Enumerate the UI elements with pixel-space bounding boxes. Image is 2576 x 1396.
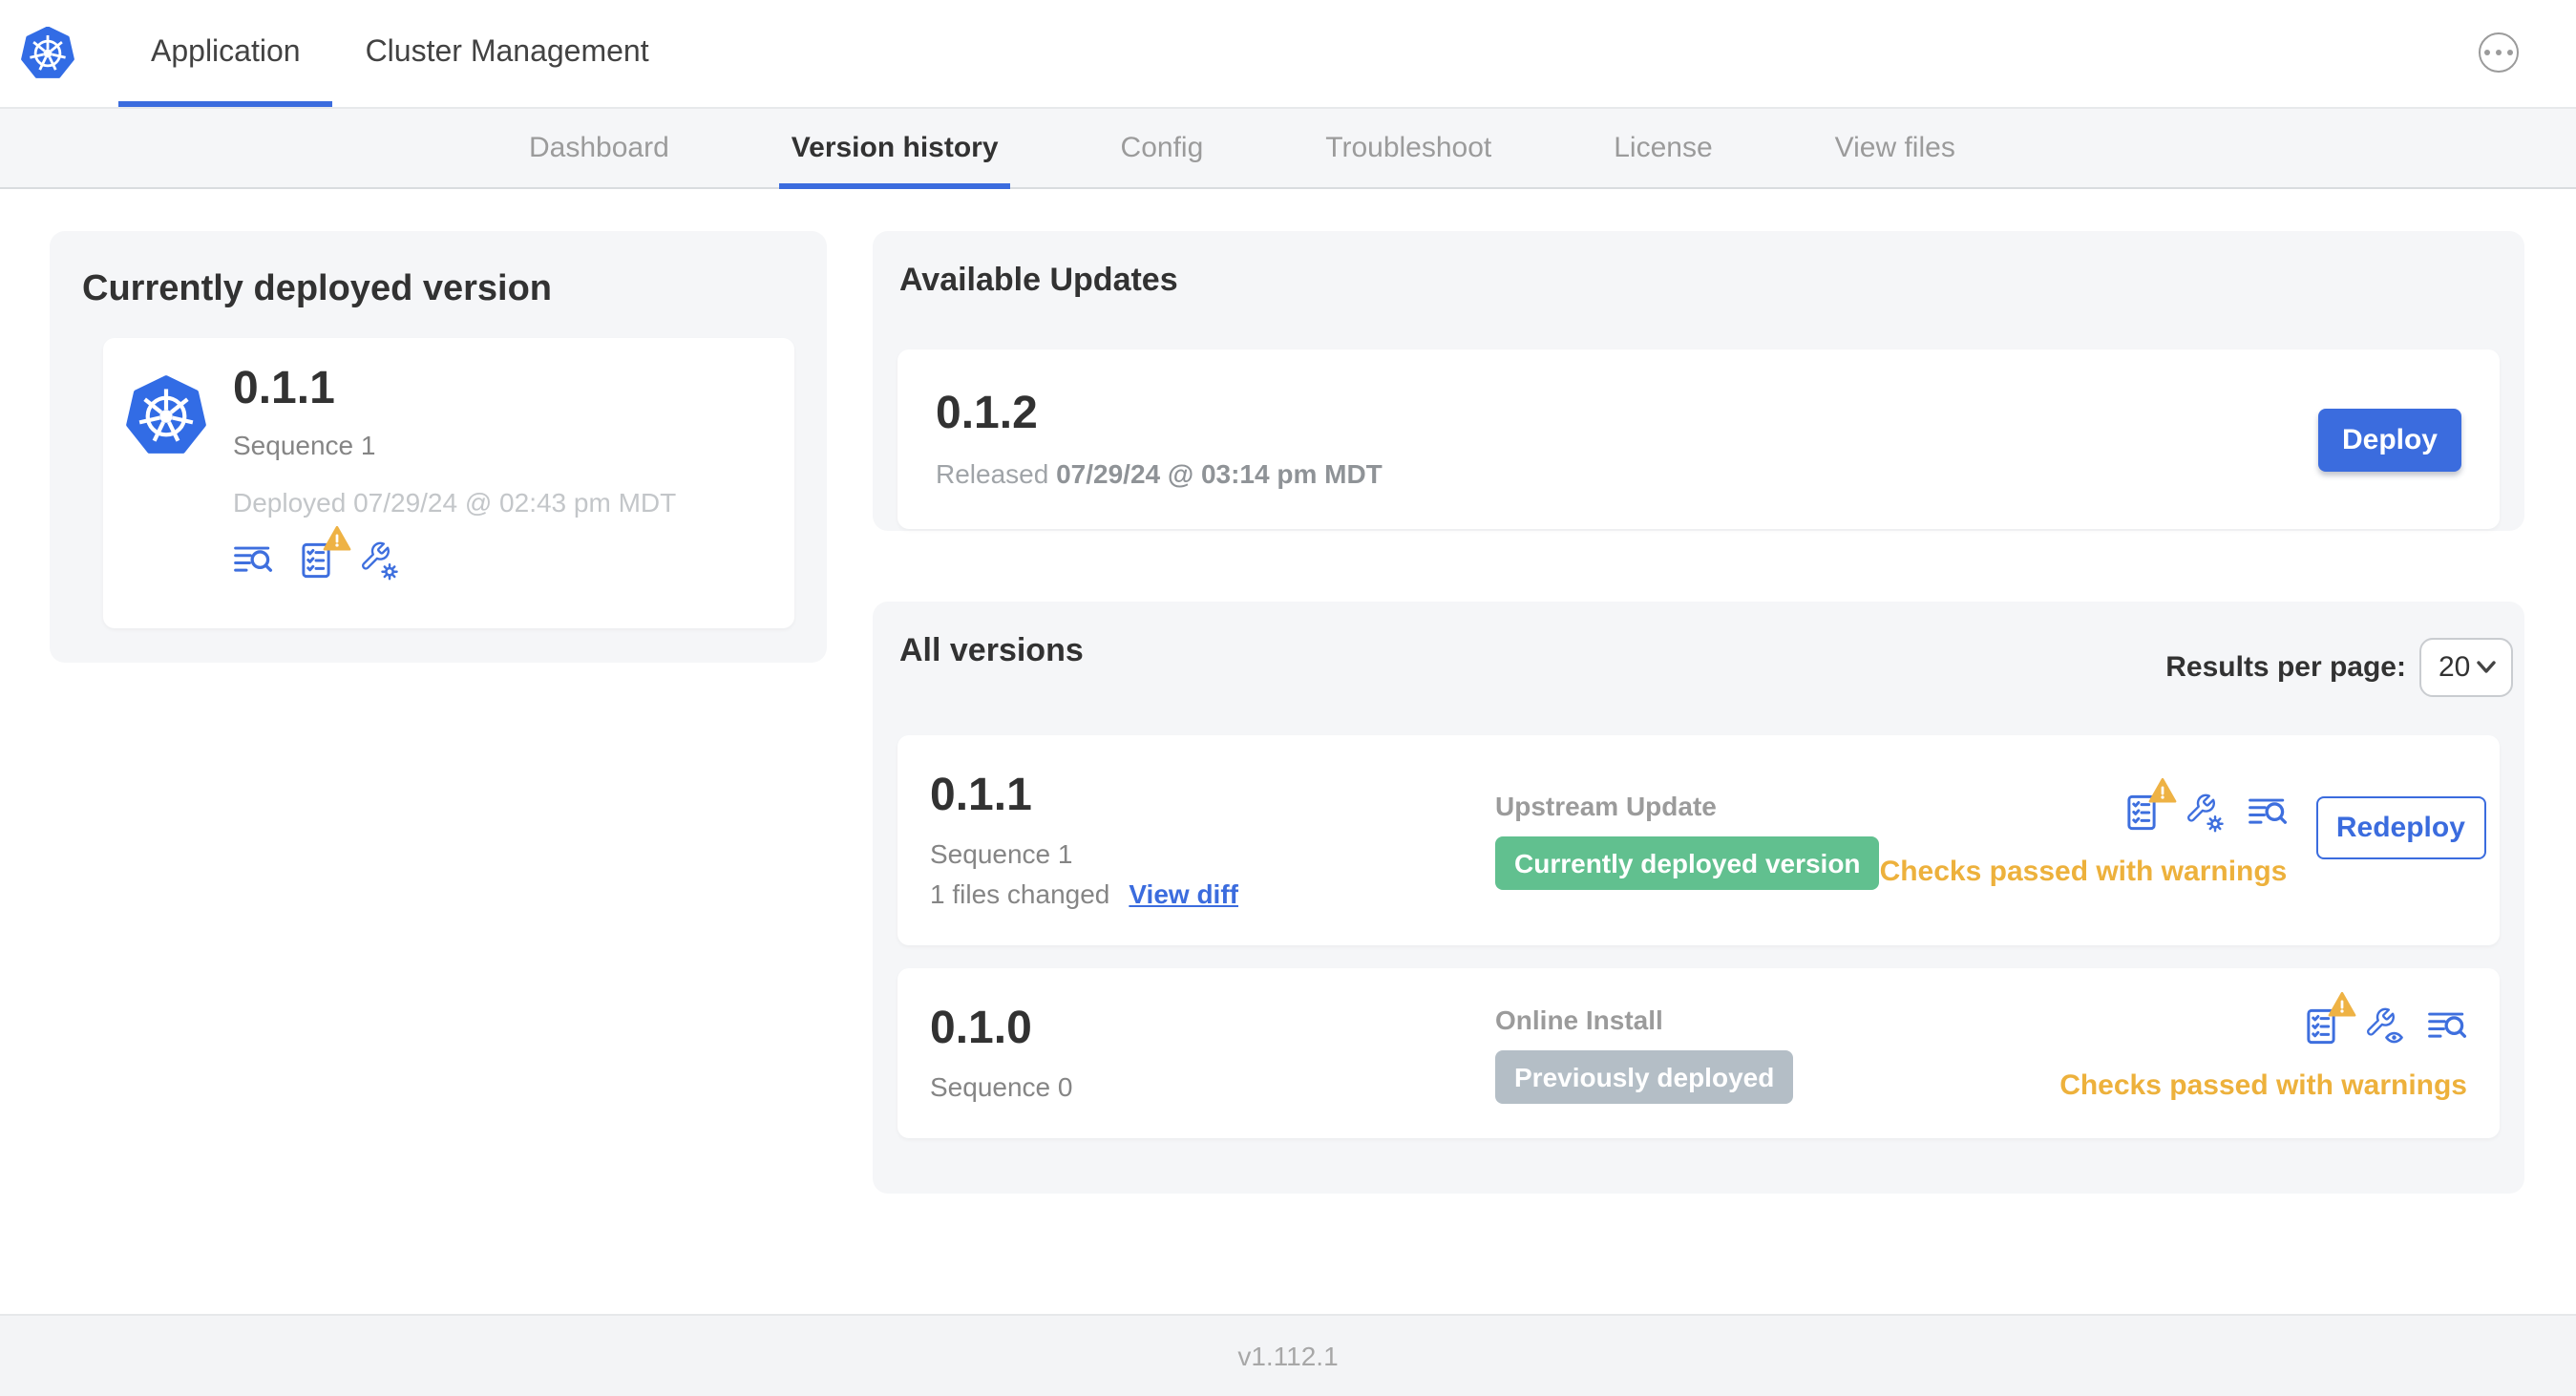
available-update-card: 0.1.2 Released 07/29/24 @ 03:14 pm MDT D… [897,349,2500,529]
kubernetes-app-icon [126,372,206,460]
warning-triangle-icon [2328,990,2356,1017]
preflight-status-text[interactable]: Checks passed with warnings [2059,1068,2467,1101]
results-per-page-select[interactable]: 20 [2419,638,2513,697]
deployed-version-card: 0.1.1 Sequence 1 Deployed 07/29/24 @ 02:… [103,338,794,628]
preflight-status-text[interactable]: Checks passed with warnings [1880,856,2288,888]
files-changed-label: 1 files changed [930,878,1110,909]
available-updates-panel: Available Updates 0.1.2 Released 07/29/2… [873,231,2524,531]
more-menu-button[interactable] [2479,32,2519,73]
tab-cluster-management[interactable]: Cluster Management [333,0,682,107]
config-icon[interactable] [359,541,399,582]
deployed-panel-title: Currently deployed version [82,269,553,309]
subnav-tab-license[interactable]: License [1602,109,1723,187]
config-icon[interactable] [2184,793,2224,833]
version-row-0-1-1: 0.1.1 Sequence 1 1 files changed View di… [897,735,2500,945]
chevron-down-icon [2477,661,2496,673]
deployed-timestamp: Deployed 07/29/24 @ 02:43 pm MDT [233,487,677,518]
tab-application-label: Application [151,36,301,69]
subnav-tab-view-files[interactable]: View files [1824,109,1967,187]
redeploy-button[interactable]: Redeploy [2315,796,2486,859]
main-content: Currently deployed version 0.1.1 Sequenc… [0,189,2576,1314]
preflight-checks-warning-icon[interactable] [2301,1005,2341,1046]
version-row-0-1-0: 0.1.0 Sequence 0 Online Install Previous… [897,968,2500,1138]
currently-deployed-panel: Currently deployed version 0.1.1 Sequenc… [50,231,827,663]
subnav-tab-dashboard[interactable]: Dashboard [517,109,681,187]
version-source-label: Upstream Update [1495,791,1717,821]
row-version-number: 0.1.0 [930,1003,1032,1055]
deploy-logs-icon[interactable] [2247,793,2287,833]
subnav-tab-config[interactable]: Config [1109,109,1215,187]
status-badge: Currently deployed version [1495,836,1880,890]
update-released-timestamp: Released 07/29/24 @ 03:14 pm MDT [936,458,1383,490]
deployed-version-number: 0.1.1 [233,363,335,414]
subnav-tab-troubleshoot[interactable]: Troubleshoot [1314,109,1503,187]
config-view-icon[interactable] [2364,1005,2404,1046]
row-sequence: Sequence 1 [930,837,1073,869]
subnav-tab-version-history[interactable]: Version history [779,109,1011,189]
app-subnav: Dashboard Version history Config Trouble… [0,109,2576,189]
warning-triangle-icon [323,526,351,553]
deploy-logs-icon[interactable] [2427,1005,2467,1046]
results-per-page-label: Results per page: [2165,651,2406,684]
warning-triangle-icon [2147,777,2176,804]
top-header: Application Cluster Management [0,0,2576,109]
deploy-logs-icon[interactable] [233,541,273,582]
admin-console-page: Application Cluster Management Dashboard… [0,0,2576,1396]
ellipsis-icon [2483,49,2491,56]
tab-application[interactable]: Application [118,0,334,107]
row-sequence: Sequence 0 [930,1070,1073,1102]
preflight-checks-warning-icon[interactable] [296,541,336,582]
kubernetes-logo [21,27,74,80]
app-level-tabs: Application Cluster Management [118,0,682,107]
tab-cluster-management-label: Cluster Management [365,36,649,69]
deployed-sequence: Sequence 1 [233,430,376,461]
version-source-label: Online Install [1495,1004,1663,1034]
available-updates-title: Available Updates [899,262,1178,298]
row-version-number: 0.1.1 [930,770,1032,822]
preflight-checks-warning-icon[interactable] [2121,793,2161,833]
console-version: v1.112.1 [1237,1341,1339,1371]
all-versions-panel: All versions Results per page: 20 0.1.1 … [873,602,2524,1194]
page-footer: v1.112.1 [0,1314,2576,1396]
status-badge: Previously deployed [1495,1049,1794,1103]
view-diff-link[interactable]: View diff [1129,878,1238,908]
update-version-number: 0.1.2 [936,387,1038,439]
deploy-button[interactable]: Deploy [2318,408,2461,471]
